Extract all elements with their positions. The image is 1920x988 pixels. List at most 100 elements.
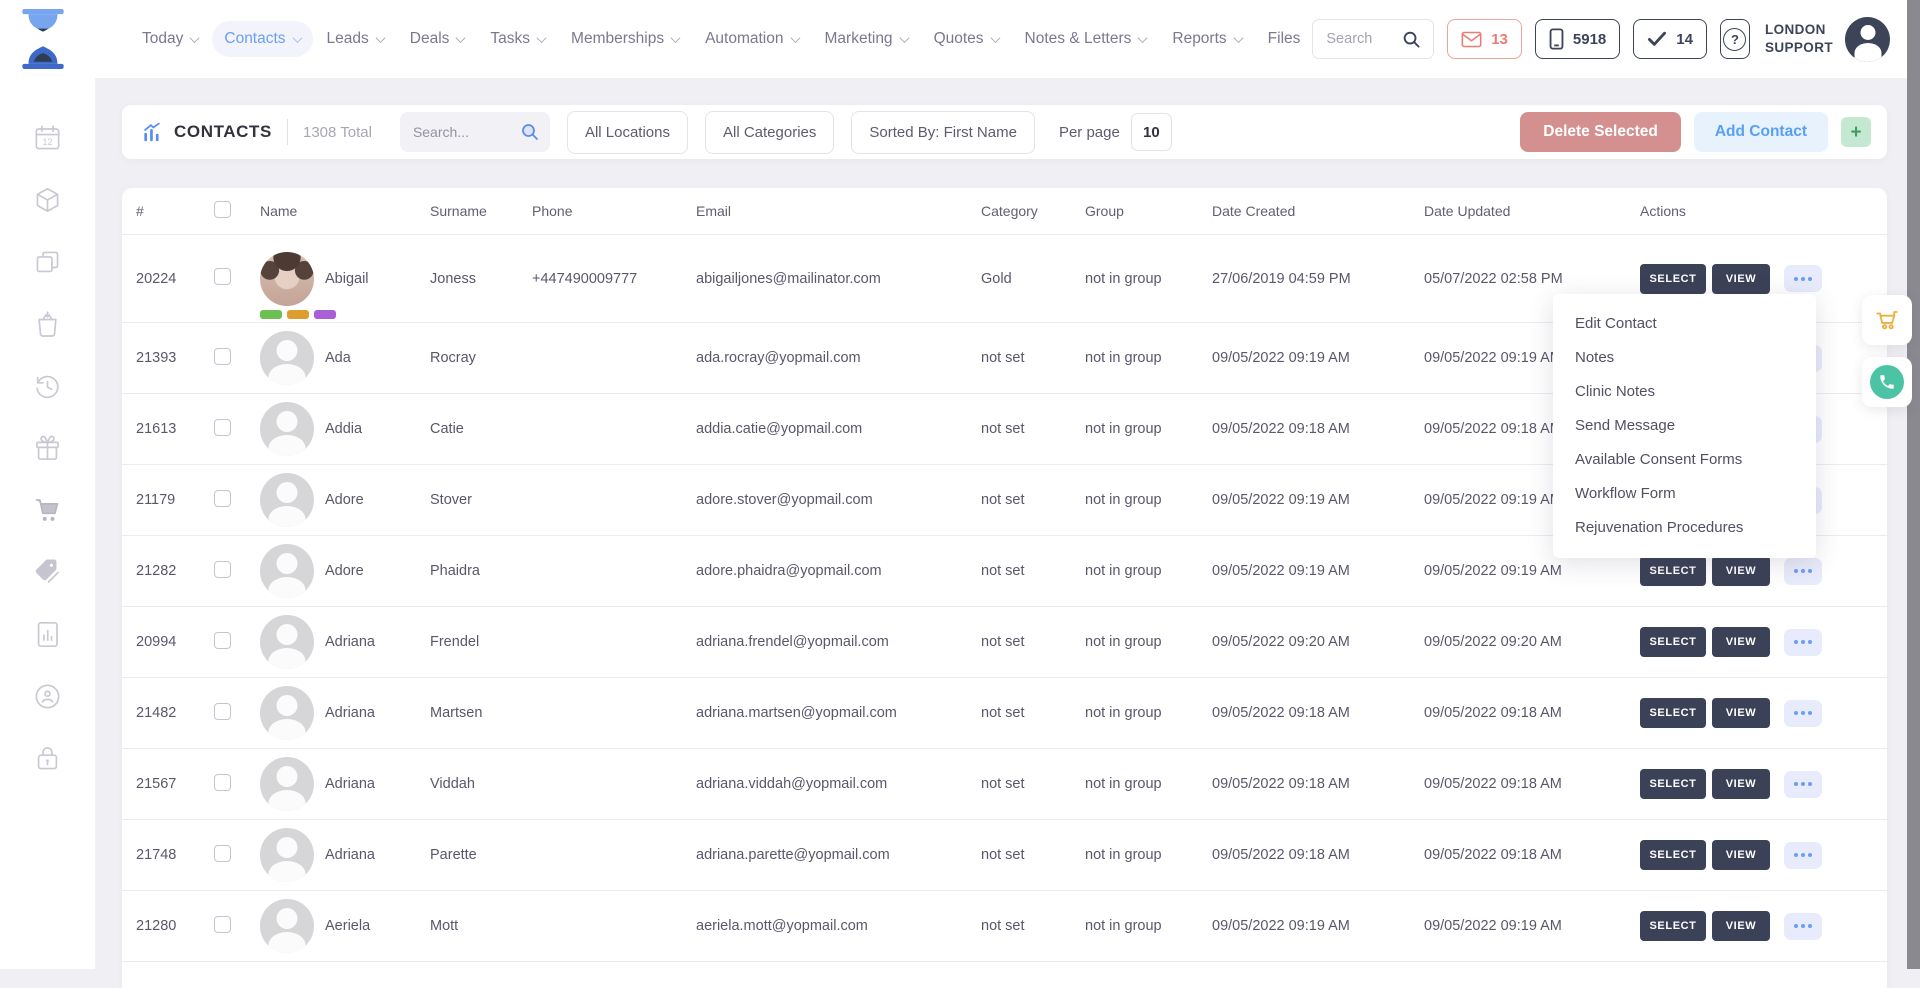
- lock-icon[interactable]: [33, 744, 62, 773]
- contacts-search-input[interactable]: [413, 124, 520, 140]
- select-all-checkbox[interactable]: [214, 201, 231, 218]
- help-button[interactable]: ?: [1720, 19, 1750, 59]
- envelope-icon: [1461, 31, 1482, 48]
- add-contact-button[interactable]: Add Contact: [1694, 112, 1828, 152]
- gift-icon[interactable]: [33, 434, 62, 463]
- report-icon[interactable]: [33, 620, 62, 649]
- contact-surname: Rocray: [430, 350, 532, 366]
- contact-avatar: [260, 402, 314, 456]
- copy-icon[interactable]: [33, 248, 62, 277]
- call-button[interactable]: [1862, 357, 1912, 407]
- contact-avatar: [260, 331, 314, 385]
- row-checkbox[interactable]: [214, 490, 231, 507]
- nav-leads[interactable]: Leads: [315, 21, 396, 57]
- cart-button[interactable]: [1862, 295, 1912, 345]
- nav-contacts[interactable]: Contacts: [212, 21, 312, 57]
- select-button[interactable]: SELECT: [1640, 556, 1706, 586]
- row-menu-button[interactable]: [1784, 913, 1822, 940]
- contact-phone: +447490009777: [532, 271, 696, 287]
- nav-memberships[interactable]: Memberships: [559, 21, 691, 57]
- menu-rejuvenation-procedures[interactable]: Rejuvenation Procedures: [1553, 511, 1816, 545]
- menu-consent-forms[interactable]: Available Consent Forms: [1553, 443, 1816, 477]
- row-checkbox[interactable]: [214, 632, 231, 649]
- select-button[interactable]: SELECT: [1640, 911, 1706, 941]
- row-menu-button[interactable]: [1784, 771, 1822, 798]
- select-button[interactable]: SELECT: [1640, 264, 1706, 294]
- contact-email: adriana.martsen@yopmail.com: [696, 705, 981, 721]
- select-button[interactable]: SELECT: [1640, 769, 1706, 799]
- select-button[interactable]: SELECT: [1640, 698, 1706, 728]
- view-button[interactable]: VIEW: [1712, 769, 1770, 799]
- nav-today[interactable]: Today: [130, 21, 210, 57]
- nav-automation[interactable]: Automation: [693, 21, 810, 57]
- global-search-input[interactable]: [1313, 31, 1389, 47]
- support-icon[interactable]: [33, 682, 62, 711]
- shopping-bag-icon[interactable]: [33, 310, 62, 339]
- row-checkbox[interactable]: [214, 419, 231, 436]
- row-menu-button[interactable]: [1784, 700, 1822, 727]
- view-button[interactable]: VIEW: [1712, 698, 1770, 728]
- calendar-icon[interactable]: 12: [33, 124, 62, 153]
- quick-add-icon[interactable]: +: [1841, 117, 1871, 147]
- per-page-select[interactable]: 10: [1131, 113, 1172, 151]
- cart-icon[interactable]: [33, 496, 62, 525]
- contact-avatar: [260, 828, 314, 882]
- nav-deals[interactable]: Deals: [398, 21, 477, 57]
- select-button[interactable]: SELECT: [1640, 627, 1706, 657]
- nav-reports[interactable]: Reports: [1160, 21, 1253, 57]
- menu-clinic-notes[interactable]: Clinic Notes: [1553, 375, 1816, 409]
- contact-id: 21280: [136, 918, 214, 934]
- select-button[interactable]: SELECT: [1640, 840, 1706, 870]
- messages-badge[interactable]: 13: [1447, 19, 1522, 59]
- row-checkbox[interactable]: [214, 561, 231, 578]
- menu-notes[interactable]: Notes: [1553, 341, 1816, 375]
- package-icon[interactable]: [33, 186, 62, 215]
- row-menu-button[interactable]: [1784, 265, 1822, 292]
- view-button[interactable]: VIEW: [1712, 911, 1770, 941]
- contact-email: addia.catie@yopmail.com: [696, 421, 981, 437]
- row-menu-button[interactable]: [1784, 842, 1822, 869]
- view-button[interactable]: VIEW: [1712, 264, 1770, 294]
- delete-selected-button[interactable]: Delete Selected: [1520, 112, 1681, 152]
- row-checkbox[interactable]: [214, 845, 231, 862]
- row-checkbox[interactable]: [214, 268, 231, 285]
- row-checkbox[interactable]: [214, 774, 231, 791]
- table-header: # Name Surname Phone Email Category Grou…: [122, 188, 1887, 235]
- contact-category: not set: [981, 776, 1085, 792]
- nav-files[interactable]: Files: [1256, 21, 1313, 57]
- header-phone: Phone: [532, 203, 696, 219]
- locations-filter[interactable]: All Locations: [567, 111, 688, 154]
- row-checkbox[interactable]: [214, 703, 231, 720]
- nav-tasks[interactable]: Tasks: [478, 21, 557, 57]
- calls-count: 5918: [1573, 31, 1606, 48]
- nav-notes-letters[interactable]: Notes & Letters: [1013, 21, 1159, 57]
- view-button[interactable]: VIEW: [1712, 556, 1770, 586]
- menu-edit-contact[interactable]: Edit Contact: [1553, 307, 1816, 341]
- tag-icon[interactable]: [33, 558, 62, 587]
- sort-filter[interactable]: Sorted By: First Name: [851, 111, 1035, 154]
- contact-date-created: 09/05/2022 09:20 AM: [1212, 634, 1424, 650]
- nav-marketing[interactable]: Marketing: [813, 21, 920, 57]
- calls-badge[interactable]: 5918: [1535, 19, 1620, 59]
- contact-id: 20994: [136, 634, 214, 650]
- vertical-scrollbar[interactable]: [1907, 0, 1920, 969]
- nav-quotes[interactable]: Quotes: [922, 21, 1011, 57]
- categories-filter[interactable]: All Categories: [705, 111, 834, 154]
- search-icon[interactable]: [1389, 20, 1433, 58]
- row-checkbox[interactable]: [214, 348, 231, 365]
- view-button[interactable]: VIEW: [1712, 627, 1770, 657]
- contact-group: not in group: [1085, 492, 1212, 508]
- header-id: #: [136, 203, 214, 219]
- row-menu-button[interactable]: [1784, 558, 1822, 585]
- row-checkbox[interactable]: [214, 916, 231, 933]
- tasks-badge[interactable]: 14: [1633, 19, 1707, 59]
- user-avatar[interactable]: [1845, 17, 1890, 62]
- view-button[interactable]: VIEW: [1712, 840, 1770, 870]
- contact-category: not set: [981, 847, 1085, 863]
- menu-workflow-form[interactable]: Workflow Form: [1553, 477, 1816, 511]
- history-icon[interactable]: [33, 372, 62, 401]
- menu-send-message[interactable]: Send Message: [1553, 409, 1816, 443]
- question-icon: ?: [1723, 28, 1746, 51]
- row-menu-button[interactable]: [1784, 629, 1822, 656]
- search-icon[interactable]: [520, 122, 540, 142]
